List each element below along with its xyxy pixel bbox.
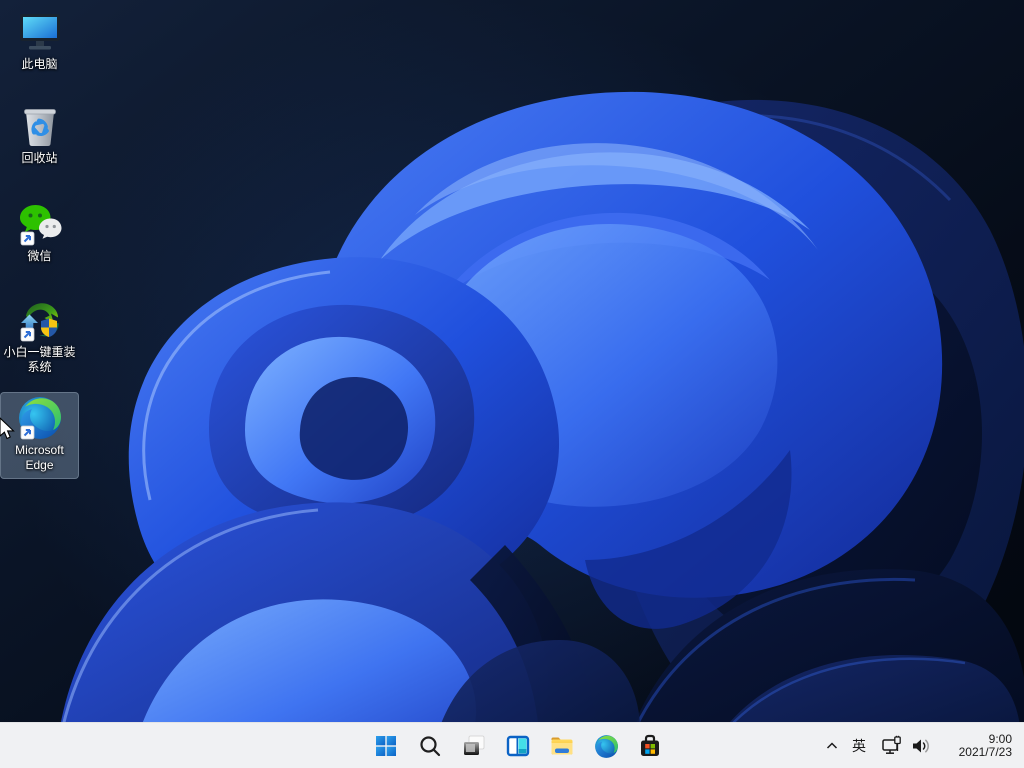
clock-date: 2021/7/23: [958, 745, 1012, 759]
desktop-icon-this-pc[interactable]: 此电脑: [0, 6, 79, 72]
desktop-icon-recycle-bin[interactable]: 回收站: [0, 100, 79, 166]
tray-show-hidden-icons-button[interactable]: [819, 726, 845, 766]
tray-ime-indicator[interactable]: 英: [845, 726, 873, 766]
start-button[interactable]: [366, 726, 406, 766]
edge-icon: [594, 734, 618, 758]
ime-language-label: 英: [852, 738, 866, 754]
file-explorer-button[interactable]: [542, 726, 582, 766]
clock-time: 9:00: [988, 731, 1012, 746]
speaker-icon: [913, 739, 929, 753]
desktop-icon-label: 微信: [27, 249, 52, 263]
task-view-button[interactable]: [454, 726, 494, 766]
search-button[interactable]: [410, 726, 450, 766]
edge-button[interactable]: [586, 726, 626, 766]
desktop-icon-xiaobai-reinstall[interactable]: 小白一键重装系统: [0, 294, 79, 375]
this-pc-icon: [19, 14, 60, 50]
shortcut-arrow-badge: [20, 425, 34, 440]
system-tray: 英 9:00 2021/7/23: [819, 723, 1024, 768]
widgets-button[interactable]: [498, 726, 538, 766]
search-icon: [420, 736, 441, 757]
taskbar-center-group: [366, 723, 670, 768]
taskbar: 英 9:00 2021/7/23: [0, 722, 1024, 768]
xiaobai-reinstall-icon: [20, 303, 59, 342]
chevron-up-icon: [826, 742, 838, 749]
desktop-icon-wechat[interactable]: 微信: [0, 198, 79, 264]
desktop-icon-label: 回收站: [21, 151, 58, 165]
widgets-icon: [506, 735, 530, 757]
desktop-icon-label: 小白一键重装系统: [3, 345, 76, 374]
desktop-icon-label: Microsoft Edge: [15, 443, 64, 472]
file-explorer-icon: [551, 737, 573, 755]
windows-desktop[interactable]: 此电脑 回收站 微信 小白一键重装系统 Microsoft Edge 英 9:0…: [0, 0, 1024, 768]
wechat-icon: [19, 205, 61, 246]
tray-network-button[interactable]: [878, 726, 906, 766]
task-view-icon: [464, 735, 485, 755]
desktop-icon-label: 此电脑: [21, 57, 58, 71]
tray-volume-button[interactable]: [906, 726, 936, 766]
microsoft-store-icon: [641, 734, 659, 756]
ethernet-network-icon: [882, 735, 901, 754]
tray-clock[interactable]: 9:00 2021/7/23: [936, 726, 1014, 766]
wallpaper-windows11-bloom: [0, 0, 1024, 768]
shortcut-arrow-badge: [20, 327, 34, 342]
mouse-cursor: [0, 417, 15, 440]
microsoft-store-button[interactable]: [630, 726, 670, 766]
recycle-bin-icon: [23, 109, 56, 146]
shortcut-arrow-badge: [20, 231, 34, 246]
edge-icon: [18, 397, 61, 440]
windows-start-icon: [376, 736, 396, 756]
